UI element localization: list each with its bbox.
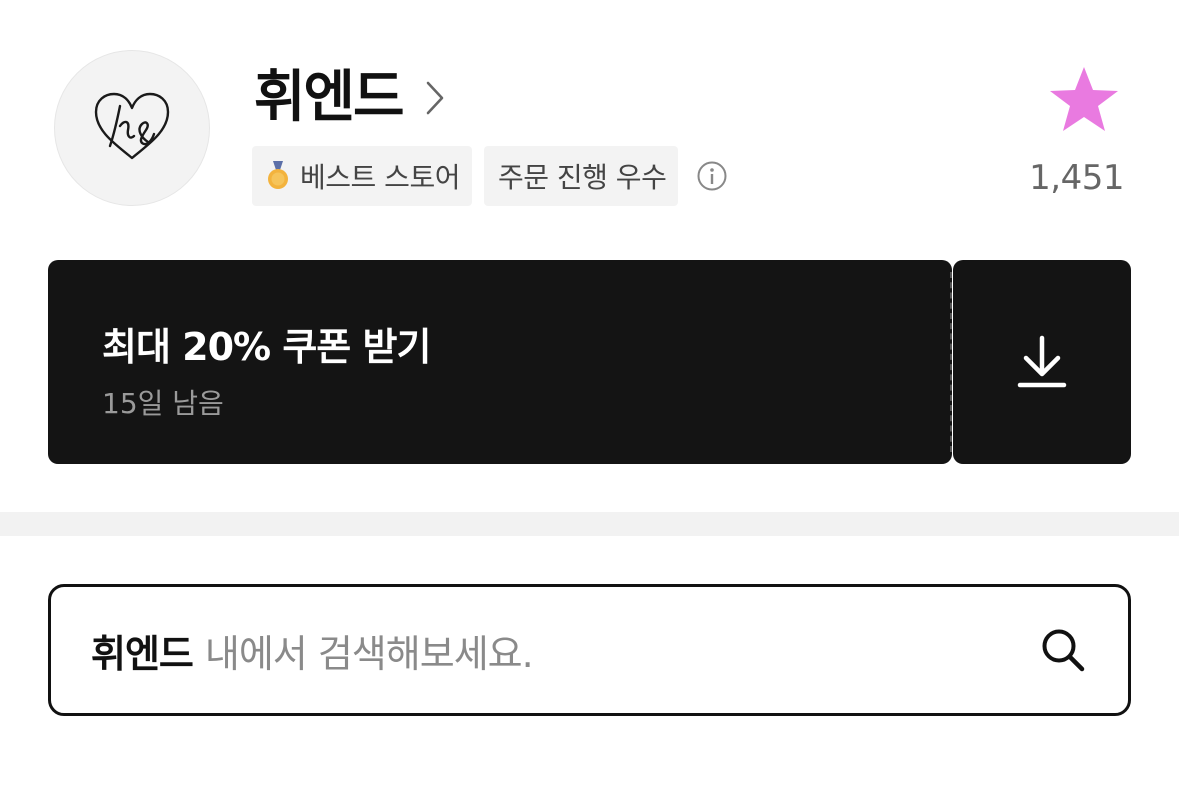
search-icon[interactable] [1038, 625, 1088, 675]
coupon-title: 최대 20% 쿠폰 받기 [102, 325, 431, 369]
coupon-divider [950, 272, 952, 452]
store-logo-avatar[interactable] [54, 50, 210, 206]
badge-label: 베스트 스토어 [300, 161, 460, 194]
search-store-name: 휘엔드 [91, 631, 194, 676]
search-field-text: 휘엔드 내에서 검색해보세요. [91, 623, 1038, 678]
store-name-link[interactable]: 휘엔드 [254, 60, 445, 136]
store-search-input[interactable]: 휘엔드 내에서 검색해보세요. [48, 584, 1131, 716]
coupon-remaining-days: 15일 남음 [102, 387, 224, 420]
heart-monogram-logo-icon [94, 92, 170, 160]
info-icon[interactable] [696, 160, 728, 192]
medal-icon [266, 161, 290, 191]
badge-best-store: 베스트 스토어 [252, 146, 472, 206]
star-icon [1050, 67, 1118, 131]
store-name: 휘엔드 [254, 65, 405, 130]
badge-order-excellent: 주문 진행 우수 [483, 146, 679, 206]
favorite-count: 1,451 [1029, 158, 1124, 198]
badge-label: 주문 진행 우수 [497, 161, 667, 194]
coupon-download-button[interactable] [953, 260, 1131, 464]
coupon-banner[interactable]: 최대 20% 쿠폰 받기 15일 남음 [48, 260, 952, 464]
store-badges: 베스트 스토어 주문 진행 우수 [252, 146, 728, 206]
chevron-right-icon [425, 80, 445, 116]
favorite-button[interactable] [1048, 64, 1120, 134]
section-divider [0, 512, 1179, 536]
download-icon [1017, 335, 1067, 388]
search-placeholder: 내에서 검색해보세요. [204, 631, 534, 676]
